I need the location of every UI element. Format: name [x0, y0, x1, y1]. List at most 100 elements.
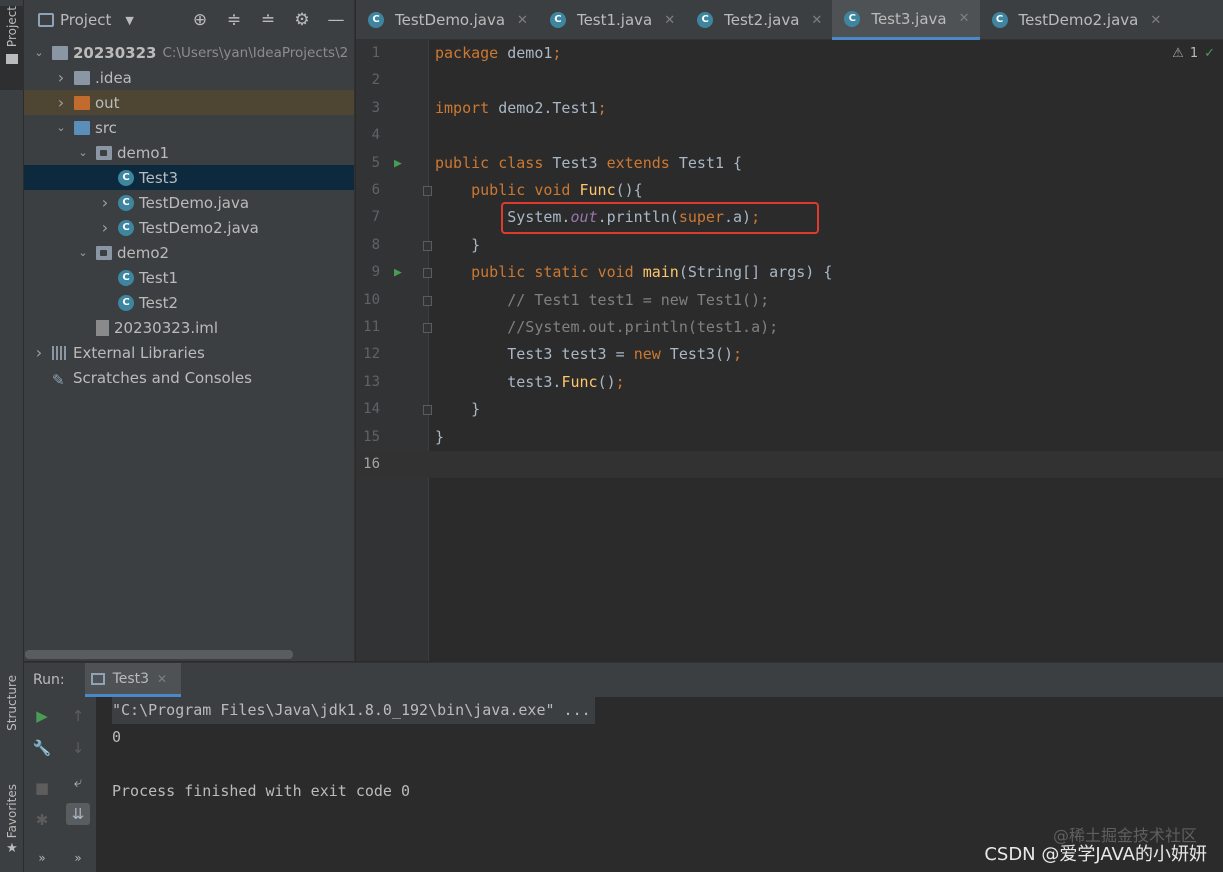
code-line[interactable]: 6 public void Func(){ [356, 177, 1223, 204]
source-folder-icon [74, 120, 90, 135]
line-number: 12 [363, 346, 380, 363]
tree-item[interactable]: ⌄ demo2 [24, 240, 354, 265]
structure-tool-button[interactable]: Structure [0, 675, 24, 765]
tree-item[interactable]: › External Libraries [24, 340, 354, 365]
tree-item[interactable]: › out [24, 90, 354, 115]
editor-tab[interactable]: C TestDemo.java ✕ [356, 0, 538, 40]
expand-all-icon[interactable]: ≑ [224, 10, 244, 30]
code-line[interactable]: 11 //System.out.println(test1.a); [356, 314, 1223, 341]
tree-item[interactable]: ✎ Scratches and Consoles [24, 365, 354, 390]
soft-wrap-icon[interactable]: ⤶ [66, 771, 90, 793]
rerun-icon[interactable]: ▶ [30, 705, 54, 727]
tree-item[interactable]: C Test1 [24, 265, 354, 290]
arrow-down-icon[interactable]: ↓ [66, 737, 90, 759]
tree-item[interactable]: › C TestDemo2.java [24, 215, 354, 240]
more-icon[interactable]: » [66, 847, 90, 869]
tree-item-label: Test3 [139, 168, 179, 187]
run-tab-test3[interactable]: Test3 ✕ [84, 663, 182, 697]
scroll-to-end-icon[interactable]: ⇊ [66, 803, 90, 825]
stop-icon[interactable]: ■ [30, 777, 54, 799]
code-line[interactable]: 13 test3.Func(); [356, 369, 1223, 396]
tree-item[interactable]: › C TestDemo.java [24, 190, 354, 215]
code-line[interactable]: 12 Test3 test3 = new Test3(); [356, 341, 1223, 368]
tree-item[interactable]: C Test3 [24, 165, 354, 190]
hide-panel-icon[interactable]: — [326, 10, 346, 30]
locate-icon[interactable]: ⊕ [190, 10, 210, 30]
line-number: 16 [363, 456, 380, 472]
fold-marker-icon[interactable] [423, 268, 432, 279]
code-line[interactable]: 10 // Test1 test1 = new Test1(); [356, 287, 1223, 314]
close-icon[interactable]: ✕ [811, 13, 822, 28]
tree-item[interactable]: › .idea [24, 65, 354, 90]
tree-item[interactable]: ⌄ src [24, 115, 354, 140]
fold-marker-icon[interactable] [423, 323, 432, 333]
console-line: 0 [112, 728, 122, 746]
editor-tab-label: Test3.java [871, 9, 947, 28]
close-icon[interactable]: ✕ [664, 13, 675, 28]
code-text: Test3 test3 = new Test3(); [435, 345, 743, 364]
run-label: Run: [33, 672, 65, 688]
package-icon [96, 245, 112, 260]
tree-item[interactable]: ⌄ 20230323 C:\Users\yan\IdeaProjects\2 [24, 40, 354, 65]
chevron-down-icon[interactable]: ⌄ [32, 46, 46, 59]
java-class-icon: C [118, 219, 134, 236]
java-class-icon: C [118, 194, 134, 211]
more-icon[interactable]: » [30, 847, 54, 869]
fold-marker-icon[interactable] [423, 405, 432, 416]
editor-tab[interactable]: C Test1.java ✕ [538, 0, 685, 40]
close-icon[interactable]: ✕ [517, 13, 528, 28]
run-gutter-icon[interactable]: ▶ [394, 259, 402, 286]
fold-marker-icon[interactable] [423, 186, 432, 196]
console-output[interactable]: "C:\Program Files\Java\jdk1.8.0_192\bin\… [112, 697, 595, 805]
run-gutter-icon[interactable]: ▶ [394, 150, 402, 177]
chevron-right-icon[interactable]: › [98, 193, 112, 212]
project-tool-button[interactable]: Project [0, 6, 24, 90]
code-text: public static void main(String[] args) { [471, 263, 833, 282]
collapse-all-icon[interactable]: ≐ [258, 10, 278, 30]
chevron-right-icon[interactable]: › [54, 93, 68, 112]
tree-item[interactable]: 20230323.iml [24, 315, 354, 340]
code-line[interactable]: 5 ▶ public class Test3 extends Test1 { [356, 150, 1223, 177]
code-line[interactable]: 4 [356, 122, 1223, 149]
chevron-down-icon[interactable]: ⌄ [76, 146, 90, 159]
chevron-right-icon[interactable]: › [32, 343, 46, 362]
fold-marker-icon[interactable] [423, 240, 432, 251]
warning-icon: ⚠ [1172, 46, 1184, 61]
editor-tab[interactable]: C Test3.java ✕ [832, 0, 980, 40]
code-line[interactable]: 3 import demo2.Test1; [356, 95, 1223, 122]
code-line[interactable]: 16 [356, 451, 1223, 478]
tree-item-label: demo1 [117, 143, 170, 162]
chevron-right-icon[interactable]: › [54, 68, 68, 87]
favorites-tool-button[interactable]: Favorites ★ [0, 784, 24, 868]
tree-item[interactable]: ⌄ demo1 [24, 140, 354, 165]
code-line[interactable]: 9 ▶ public static void main(String[] args… [356, 259, 1223, 286]
close-icon[interactable]: ✕ [157, 672, 167, 686]
close-icon[interactable]: ✕ [1150, 13, 1161, 28]
code-line[interactable]: 15} [356, 424, 1223, 451]
editor-tab-label: TestDemo2.java [1018, 11, 1139, 29]
editor-tab[interactable]: C TestDemo2.java ✕ [980, 0, 1172, 40]
code-line[interactable]: 2 [356, 67, 1223, 94]
close-icon[interactable]: ✕ [959, 11, 970, 26]
code-line[interactable]: 8 } [356, 232, 1223, 259]
chevron-down-icon[interactable]: ⌄ [76, 246, 90, 259]
wrench-icon[interactable]: 🔧 [30, 737, 54, 759]
code-line[interactable]: 1 package demo1; [356, 40, 1223, 67]
chevron-down-icon[interactable]: ▼ [125, 14, 133, 27]
code-line[interactable]: 14 } [356, 396, 1223, 423]
editor-tab[interactable]: C Test2.java ✕ [685, 0, 832, 40]
horizontal-scrollbar[interactable] [25, 650, 293, 659]
fold-marker-icon[interactable] [423, 295, 432, 306]
debug-icon[interactable]: ✱ [30, 809, 54, 831]
inspection-widget[interactable]: ⚠ 1 ✓ [1172, 46, 1215, 61]
gear-icon[interactable]: ⚙ [292, 10, 312, 30]
chevron-right-icon[interactable]: › [98, 218, 112, 237]
arrow-up-icon[interactable]: ↑ [66, 705, 90, 727]
chevron-down-icon[interactable]: ⌄ [54, 121, 68, 134]
tree-item-label: .idea [95, 68, 132, 87]
output-folder-icon [74, 95, 90, 110]
check-icon: ✓ [1204, 46, 1215, 61]
highlight-annotation [501, 202, 819, 234]
code-editor[interactable]: 1 package demo1; 2 3 import demo2.Test1; 4 5 ▶ p… [356, 40, 1223, 661]
tree-item[interactable]: C Test2 [24, 290, 354, 315]
